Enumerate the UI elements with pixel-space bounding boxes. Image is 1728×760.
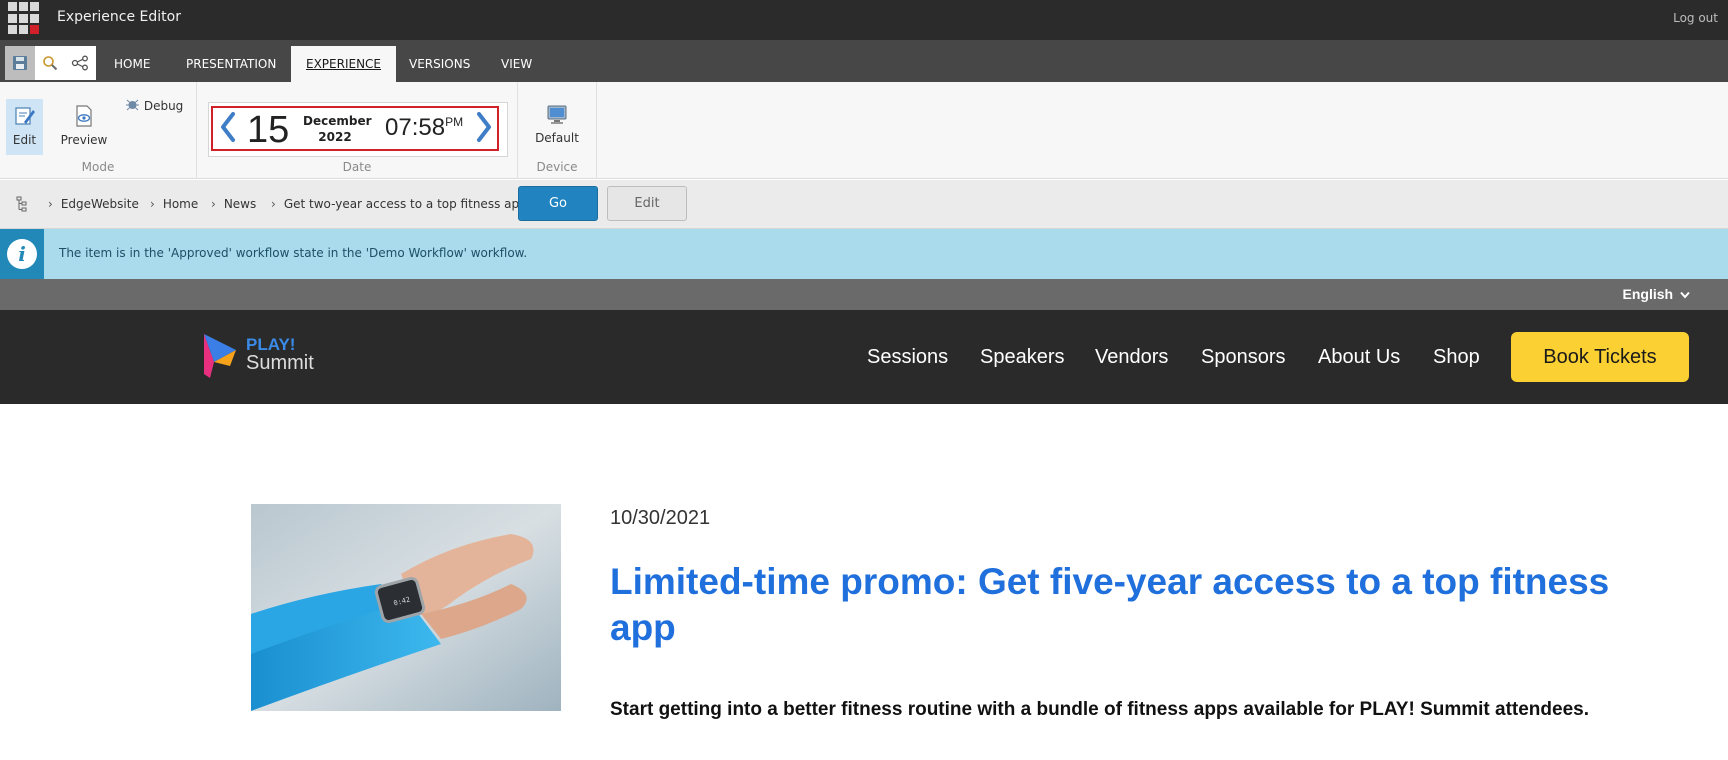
edit-pencil-icon <box>14 107 35 125</box>
date-picker[interactable]: 15 December 2022 07:58PM <box>211 106 499 151</box>
chevron-right-icon: › <box>271 197 276 211</box>
date-day: 15 <box>247 109 290 151</box>
nav-speakers[interactable]: Speakers <box>980 346 1065 369</box>
tab-presentation[interactable]: PRESENTATION <box>171 46 291 82</box>
chevron-left-icon <box>221 112 235 142</box>
breadcrumb-item-current[interactable]: › Get two-year access to a top fitness ap… <box>271 197 527 211</box>
mode-group: Edit Preview Debug Mode <box>0 82 197 179</box>
app-title: Experience Editor <box>57 9 181 25</box>
breadcrumb-item-home[interactable]: › Home <box>150 197 198 211</box>
chevron-right-icon: › <box>48 197 53 211</box>
logout-link[interactable]: Log out <box>1673 11 1718 25</box>
site-header: PLAY! Summit Sessions Speakers Vendors S… <box>0 310 1728 404</box>
nav-sessions[interactable]: Sessions <box>867 346 948 369</box>
edit-mode-label: Edit <box>12 133 37 147</box>
language-label: English <box>1622 286 1674 302</box>
chevron-right-icon: › <box>150 197 155 211</box>
breadcrumb-bar: › EdgeWebsite › Home › News › Get two-year a… <box>0 180 1728 229</box>
top-bar: Experience Editor Log out <box>0 0 1728 40</box>
date-time: 07:58PM <box>385 114 463 142</box>
chevron-right-icon: › <box>211 197 216 211</box>
edit-button[interactable]: Edit <box>607 186 687 221</box>
nav-sponsors[interactable]: Sponsors <box>1201 346 1286 369</box>
date-time-value: 07:58 <box>385 114 446 141</box>
date-year: 2022 <box>318 130 352 144</box>
play-logo-icon <box>204 334 236 378</box>
default-device-button[interactable]: Default <box>526 104 588 154</box>
debug-label: Debug <box>143 99 184 113</box>
tab-view[interactable]: VIEW <box>486 46 547 82</box>
next-date-button[interactable] <box>475 111 493 147</box>
ribbon-tab-bar: HOME PRESENTATION EXPERIENCE VERSIONS VI… <box>0 40 1728 82</box>
article-image[interactable]: 0:42 <box>251 504 561 711</box>
language-selector[interactable]: English <box>1623 286 1690 302</box>
date-group-label: Date <box>342 160 372 174</box>
app-launcher-icon[interactable] <box>8 2 41 35</box>
article-title: Limited-time promo: Get five-year access… <box>610 561 1610 648</box>
save-icon[interactable] <box>5 46 35 80</box>
tab-versions[interactable]: VERSIONS <box>394 46 485 82</box>
date-month: December <box>303 114 372 128</box>
search-icon[interactable] <box>35 46 65 80</box>
logo-summit-text: Summit <box>246 352 314 374</box>
chevron-down-icon <box>1680 291 1690 299</box>
go-button[interactable]: Go <box>518 186 598 221</box>
preview-mode-button[interactable]: Preview <box>58 99 110 155</box>
preview-mode-label: Preview <box>60 133 108 147</box>
breadcrumb-label: Get two-year access to a top fitness app <box>283 197 527 211</box>
tab-home[interactable]: HOME <box>99 46 165 82</box>
workflow-message: The item is in the 'Approved' workflow s… <box>59 246 528 260</box>
device-group-label: Device <box>536 160 578 174</box>
breadcrumb-label: EdgeWebsite <box>60 197 139 211</box>
nav-shop[interactable]: Shop <box>1433 346 1480 369</box>
device-group: Default Device <box>518 82 597 179</box>
ribbon-panel: Edit Preview Debug Mode Date 15 December… <box>0 82 1728 179</box>
article-date: 10/30/2021 <box>610 507 711 529</box>
breadcrumb-item-news[interactable]: › News <box>211 197 256 211</box>
info-icon: i <box>0 229 44 279</box>
monitor-icon <box>547 105 567 124</box>
article-lead: Start getting into a better fitness rout… <box>610 699 1590 720</box>
default-device-label: Default <box>535 131 579 145</box>
tab-experience[interactable]: EXPERIENCE <box>291 46 397 82</box>
svg-text:i: i <box>18 242 26 266</box>
breadcrumb-item-edgewebsite[interactable]: › EdgeWebsite <box>48 197 139 211</box>
mode-group-label: Mode <box>81 160 115 174</box>
book-tickets-button[interactable]: Book Tickets <box>1511 332 1689 382</box>
nav-about-us[interactable]: About Us <box>1318 346 1400 369</box>
breadcrumb-label: News <box>223 197 257 211</box>
content-tree-icon[interactable] <box>16 196 28 216</box>
debug-bug-icon <box>126 99 139 111</box>
debug-button[interactable]: Debug <box>125 97 191 117</box>
preview-eye-icon <box>76 105 92 127</box>
language-bar: English <box>0 279 1728 310</box>
date-ampm: PM <box>445 115 464 129</box>
breadcrumb-label: Home <box>162 197 199 211</box>
site-logo[interactable]: PLAY! Summit <box>200 330 320 382</box>
share-icon[interactable] <box>65 46 95 80</box>
nav-vendors[interactable]: Vendors <box>1095 346 1168 369</box>
workflow-info-bar: i The item is in the 'Approved' workflow… <box>0 229 1728 279</box>
quick-access-toolbar <box>5 46 96 80</box>
chevron-right-icon <box>477 112 491 142</box>
edit-mode-button[interactable]: Edit <box>6 99 43 155</box>
previous-date-button[interactable] <box>219 111 237 147</box>
